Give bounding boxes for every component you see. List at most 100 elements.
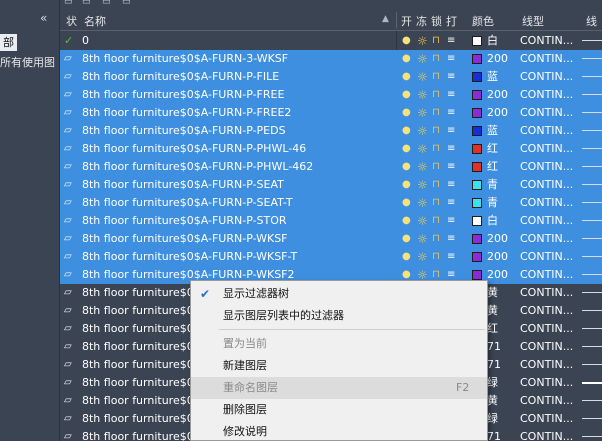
layer-lineweight[interactable] xyxy=(582,284,602,302)
layer-linetype[interactable]: CONTIN... xyxy=(520,302,580,320)
bulb-icon[interactable]: ● xyxy=(402,212,411,230)
layer-lineweight[interactable] xyxy=(582,104,602,122)
color-swatch[interactable] xyxy=(472,270,482,280)
layer-linetype[interactable]: CONTIN... xyxy=(520,284,580,302)
col-status[interactable]: 状 xyxy=(66,13,77,29)
bulb-icon[interactable]: ● xyxy=(402,86,411,104)
sun-icon[interactable]: ☼ xyxy=(417,140,428,158)
color-swatch[interactable] xyxy=(472,90,482,100)
sun-icon[interactable]: ☼ xyxy=(417,248,428,266)
layer-linetype[interactable]: CONTIN... xyxy=(520,68,580,86)
menu-item[interactable]: 删除图层 xyxy=(191,399,487,421)
layer-row[interactable]: ▱ 8th floor furniture$0$A-FURN-P-WKSF-T ● ☼… xyxy=(60,248,602,266)
layer-name[interactable]: 8th floor furniture$0$A-FURN-P-FREE2 xyxy=(82,104,396,122)
bulb-icon[interactable]: ● xyxy=(402,230,411,248)
printer-icon[interactable]: ≡ xyxy=(447,194,455,212)
unlock-icon[interactable]: ⊓ xyxy=(432,230,440,248)
unlock-icon[interactable]: ⊓ xyxy=(432,68,440,86)
layer-name[interactable]: 8th floor furniture$0$A-FURN-P-PEDS xyxy=(82,122,396,140)
layer-color[interactable]: 200 xyxy=(487,248,523,266)
layer-lineweight[interactable] xyxy=(582,338,602,356)
layer-color[interactable]: 200 xyxy=(487,230,523,248)
layer-lineweight[interactable] xyxy=(582,32,602,50)
color-swatch[interactable] xyxy=(472,126,482,136)
layer-row[interactable]: ▱ 8th floor furniture$0$A-FURN-P-FREE ● ☼ ⊓ ≡… xyxy=(60,86,602,104)
menu-item[interactable]: 修改说明 xyxy=(191,421,487,441)
layer-lineweight[interactable] xyxy=(582,140,602,158)
printer-icon[interactable]: ≡ xyxy=(447,86,455,104)
layer-linetype[interactable]: CONTIN... xyxy=(520,338,580,356)
unlock-icon[interactable]: ⊓ xyxy=(432,140,440,158)
layer-lineweight[interactable] xyxy=(582,266,602,284)
color-swatch[interactable] xyxy=(472,252,482,262)
color-swatch[interactable] xyxy=(472,144,482,154)
col-on[interactable]: 开 xyxy=(401,13,412,29)
layer-color[interactable]: 青 xyxy=(487,176,523,194)
sun-icon[interactable]: ☼ xyxy=(417,158,428,176)
layer-lineweight[interactable] xyxy=(582,392,602,410)
layer-lineweight[interactable] xyxy=(582,212,602,230)
layer-color[interactable]: 蓝 xyxy=(487,122,523,140)
layer-color[interactable]: 黄 xyxy=(487,302,523,320)
sun-icon[interactable]: ☼ xyxy=(417,50,428,68)
layer-lineweight[interactable] xyxy=(582,356,602,374)
layer-linetype[interactable]: CONTIN... xyxy=(520,50,580,68)
layer-row[interactable]: ▱ 8th floor furniture$0$A-FURN-P-PHWL-462… xyxy=(60,158,602,176)
layer-lineweight[interactable] xyxy=(582,194,602,212)
layer-color[interactable]: 71 xyxy=(487,428,523,441)
filter-all-node[interactable]: 部 xyxy=(0,34,17,51)
layer-row[interactable]: ▱ 8th floor furniture$0$A-FURN-P-SEAT ● ☼ ⊓ ≡… xyxy=(60,176,602,194)
bulb-icon[interactable]: ● xyxy=(402,248,411,266)
sun-icon[interactable]: ☼ xyxy=(417,32,428,50)
col-lock[interactable]: 锁 xyxy=(431,13,442,29)
bulb-icon[interactable]: ● xyxy=(402,122,411,140)
layer-color[interactable]: 绿 xyxy=(487,374,523,392)
col-name[interactable]: 名称 xyxy=(84,13,106,29)
sun-icon[interactable]: ☼ xyxy=(417,212,428,230)
sun-icon[interactable]: ☼ xyxy=(417,176,428,194)
printer-icon[interactable]: ≡ xyxy=(447,230,455,248)
sun-icon[interactable]: ☼ xyxy=(417,194,428,212)
layer-lineweight[interactable] xyxy=(582,248,602,266)
layer-row[interactable]: ▱ 8th floor furniture$0$A-FURN-P-PHWL-46 ●… xyxy=(60,140,602,158)
layer-row[interactable]: ▱ 8th floor furniture$0$A-FURN-3-WKSF ● ☼ ⊓ ≡… xyxy=(60,50,602,68)
layer-color[interactable]: 白 xyxy=(487,212,523,230)
col-lineweight[interactable]: 线 xyxy=(586,13,597,29)
layer-lineweight[interactable] xyxy=(582,410,602,428)
col-color[interactable]: 颜色 xyxy=(472,13,494,29)
layer-linetype[interactable]: CONTIN... xyxy=(520,320,580,338)
sun-icon[interactable]: ☼ xyxy=(417,122,428,140)
layer-name[interactable]: 8th floor furniture$0$A-FURN-P-SEAT-T xyxy=(82,194,396,212)
layer-color[interactable]: 红 xyxy=(487,320,523,338)
layer-color[interactable]: 200 xyxy=(487,104,523,122)
layer-color[interactable]: 200 xyxy=(487,50,523,68)
printer-icon[interactable]: ≡ xyxy=(447,50,455,68)
printer-icon[interactable]: ≡ xyxy=(447,122,455,140)
menu-item[interactable]: 重命名图层 F2 xyxy=(191,377,487,399)
layer-row[interactable]: ▱ 8th floor furniture$0$A-FURN-P-FREE2 ● ☼ ⊓… xyxy=(60,104,602,122)
sun-icon[interactable]: ☼ xyxy=(417,230,428,248)
new-layer-icon[interactable]: ▭ xyxy=(64,0,73,7)
layer-color[interactable]: 白 xyxy=(487,32,523,50)
menu-item[interactable]: 置为当前 xyxy=(191,333,487,355)
layer-name[interactable]: 8th floor furniture$0$A-FURN-P-PHWL-46 xyxy=(82,140,396,158)
menu-item[interactable]: 显示图层列表中的过滤器 xyxy=(191,305,487,327)
bulb-icon[interactable]: ● xyxy=(402,158,411,176)
layer-color[interactable]: 200 xyxy=(487,266,523,284)
unlock-icon[interactable]: ⊓ xyxy=(432,86,440,104)
layer-linetype[interactable]: CONTIN... xyxy=(520,86,580,104)
layer-linetype[interactable]: CONTIN... xyxy=(520,410,580,428)
bulb-icon[interactable]: ● xyxy=(402,104,411,122)
layer-linetype[interactable]: CONTIN... xyxy=(520,140,580,158)
printer-icon[interactable]: ≡ xyxy=(447,68,455,86)
layer-lineweight[interactable] xyxy=(582,374,602,392)
filter-used-node[interactable]: 所有使用图 xyxy=(0,54,55,71)
color-swatch[interactable] xyxy=(472,36,482,46)
color-swatch[interactable] xyxy=(472,198,482,208)
color-swatch[interactable] xyxy=(472,162,482,172)
bulb-icon[interactable]: ● xyxy=(402,176,411,194)
layer-lineweight[interactable] xyxy=(582,428,602,441)
layer-linetype[interactable]: CONTIN... xyxy=(520,212,580,230)
unlock-icon[interactable]: ⊓ xyxy=(432,248,440,266)
color-swatch[interactable] xyxy=(472,54,482,64)
